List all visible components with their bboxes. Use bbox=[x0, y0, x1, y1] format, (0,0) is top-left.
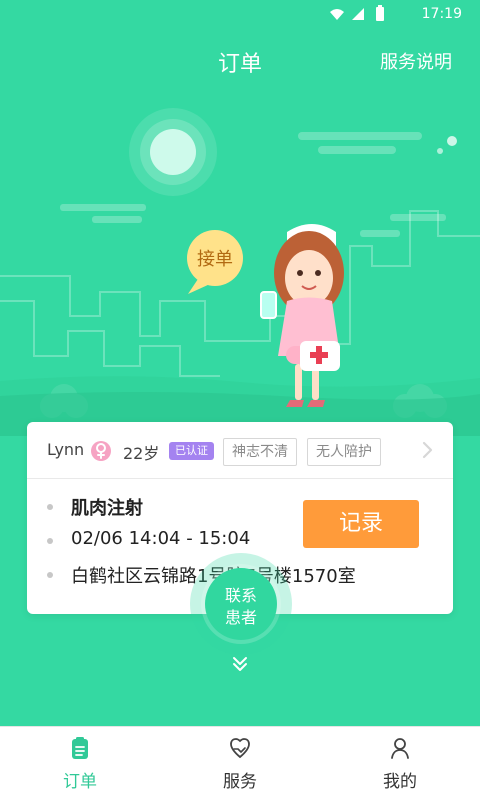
tab-services-label: 服务 bbox=[223, 772, 257, 792]
city-skyline bbox=[0, 210, 480, 377]
contact-label-line1: 联系 bbox=[224, 586, 257, 605]
patient-summary[interactable]: Lynn 22岁 已认证 神志不清 无人陪护 bbox=[27, 422, 453, 479]
battery-icon bbox=[376, 7, 384, 21]
nurse-illustration bbox=[260, 224, 344, 407]
bullet-dot bbox=[47, 504, 53, 510]
record-button[interactable]: 记录 bbox=[303, 500, 419, 548]
tab-services[interactable]: 服务 bbox=[160, 727, 320, 800]
bullet-dot bbox=[47, 572, 53, 578]
patient-age: 22岁 bbox=[123, 444, 160, 463]
tab-mine[interactable]: 我的 bbox=[320, 727, 480, 800]
status-icons bbox=[330, 5, 384, 21]
service-name: 肌肉注射 bbox=[71, 498, 143, 519]
patient-tag: 无人陪护 bbox=[307, 438, 381, 466]
contact-label-line2: 患者 bbox=[224, 608, 257, 627]
tab-orders-label: 订单 bbox=[63, 772, 97, 792]
sun-icon bbox=[129, 108, 217, 196]
clipboard-icon bbox=[72, 737, 88, 759]
user-icon bbox=[391, 738, 409, 759]
status-time: 17:19 bbox=[421, 6, 462, 22]
tab-orders[interactable]: 订单 bbox=[0, 727, 160, 800]
heart-hand-icon bbox=[230, 738, 250, 759]
service-time: 02/06 14:04 - 15:04 bbox=[71, 528, 251, 549]
patient-tag: 神志不清 bbox=[223, 438, 297, 466]
wifi-icon bbox=[330, 9, 344, 20]
bubble-text: 接单 bbox=[197, 249, 233, 270]
tab-mine-label: 我的 bbox=[383, 772, 417, 792]
bottom-tab-bar: 订单 服务 我的 bbox=[0, 726, 480, 800]
bullet-dot bbox=[47, 538, 53, 544]
contact-patient-widget: 联系 患者 bbox=[190, 553, 292, 655]
contact-patient-button[interactable]: 联系 患者 bbox=[205, 568, 277, 640]
verified-badge: 已认证 bbox=[169, 442, 214, 460]
app-screen: 17:19 订单 服务说明 接单 Lynn 22岁 已认证 神志不清 无人陪护 … bbox=[0, 0, 480, 800]
patient-name: Lynn bbox=[47, 440, 85, 459]
status-bar: 17:19 bbox=[0, 0, 480, 28]
hero-illustration: 接单 bbox=[0, 108, 480, 436]
order-bubble: 接单 bbox=[187, 230, 243, 294]
chevron-right-icon[interactable] bbox=[419, 438, 437, 462]
chevron-down-icon[interactable] bbox=[228, 652, 252, 676]
female-icon bbox=[91, 441, 111, 461]
header: 订单 服务说明 bbox=[0, 32, 480, 88]
signal-icon bbox=[352, 8, 364, 20]
service-info-link[interactable]: 服务说明 bbox=[380, 48, 452, 74]
